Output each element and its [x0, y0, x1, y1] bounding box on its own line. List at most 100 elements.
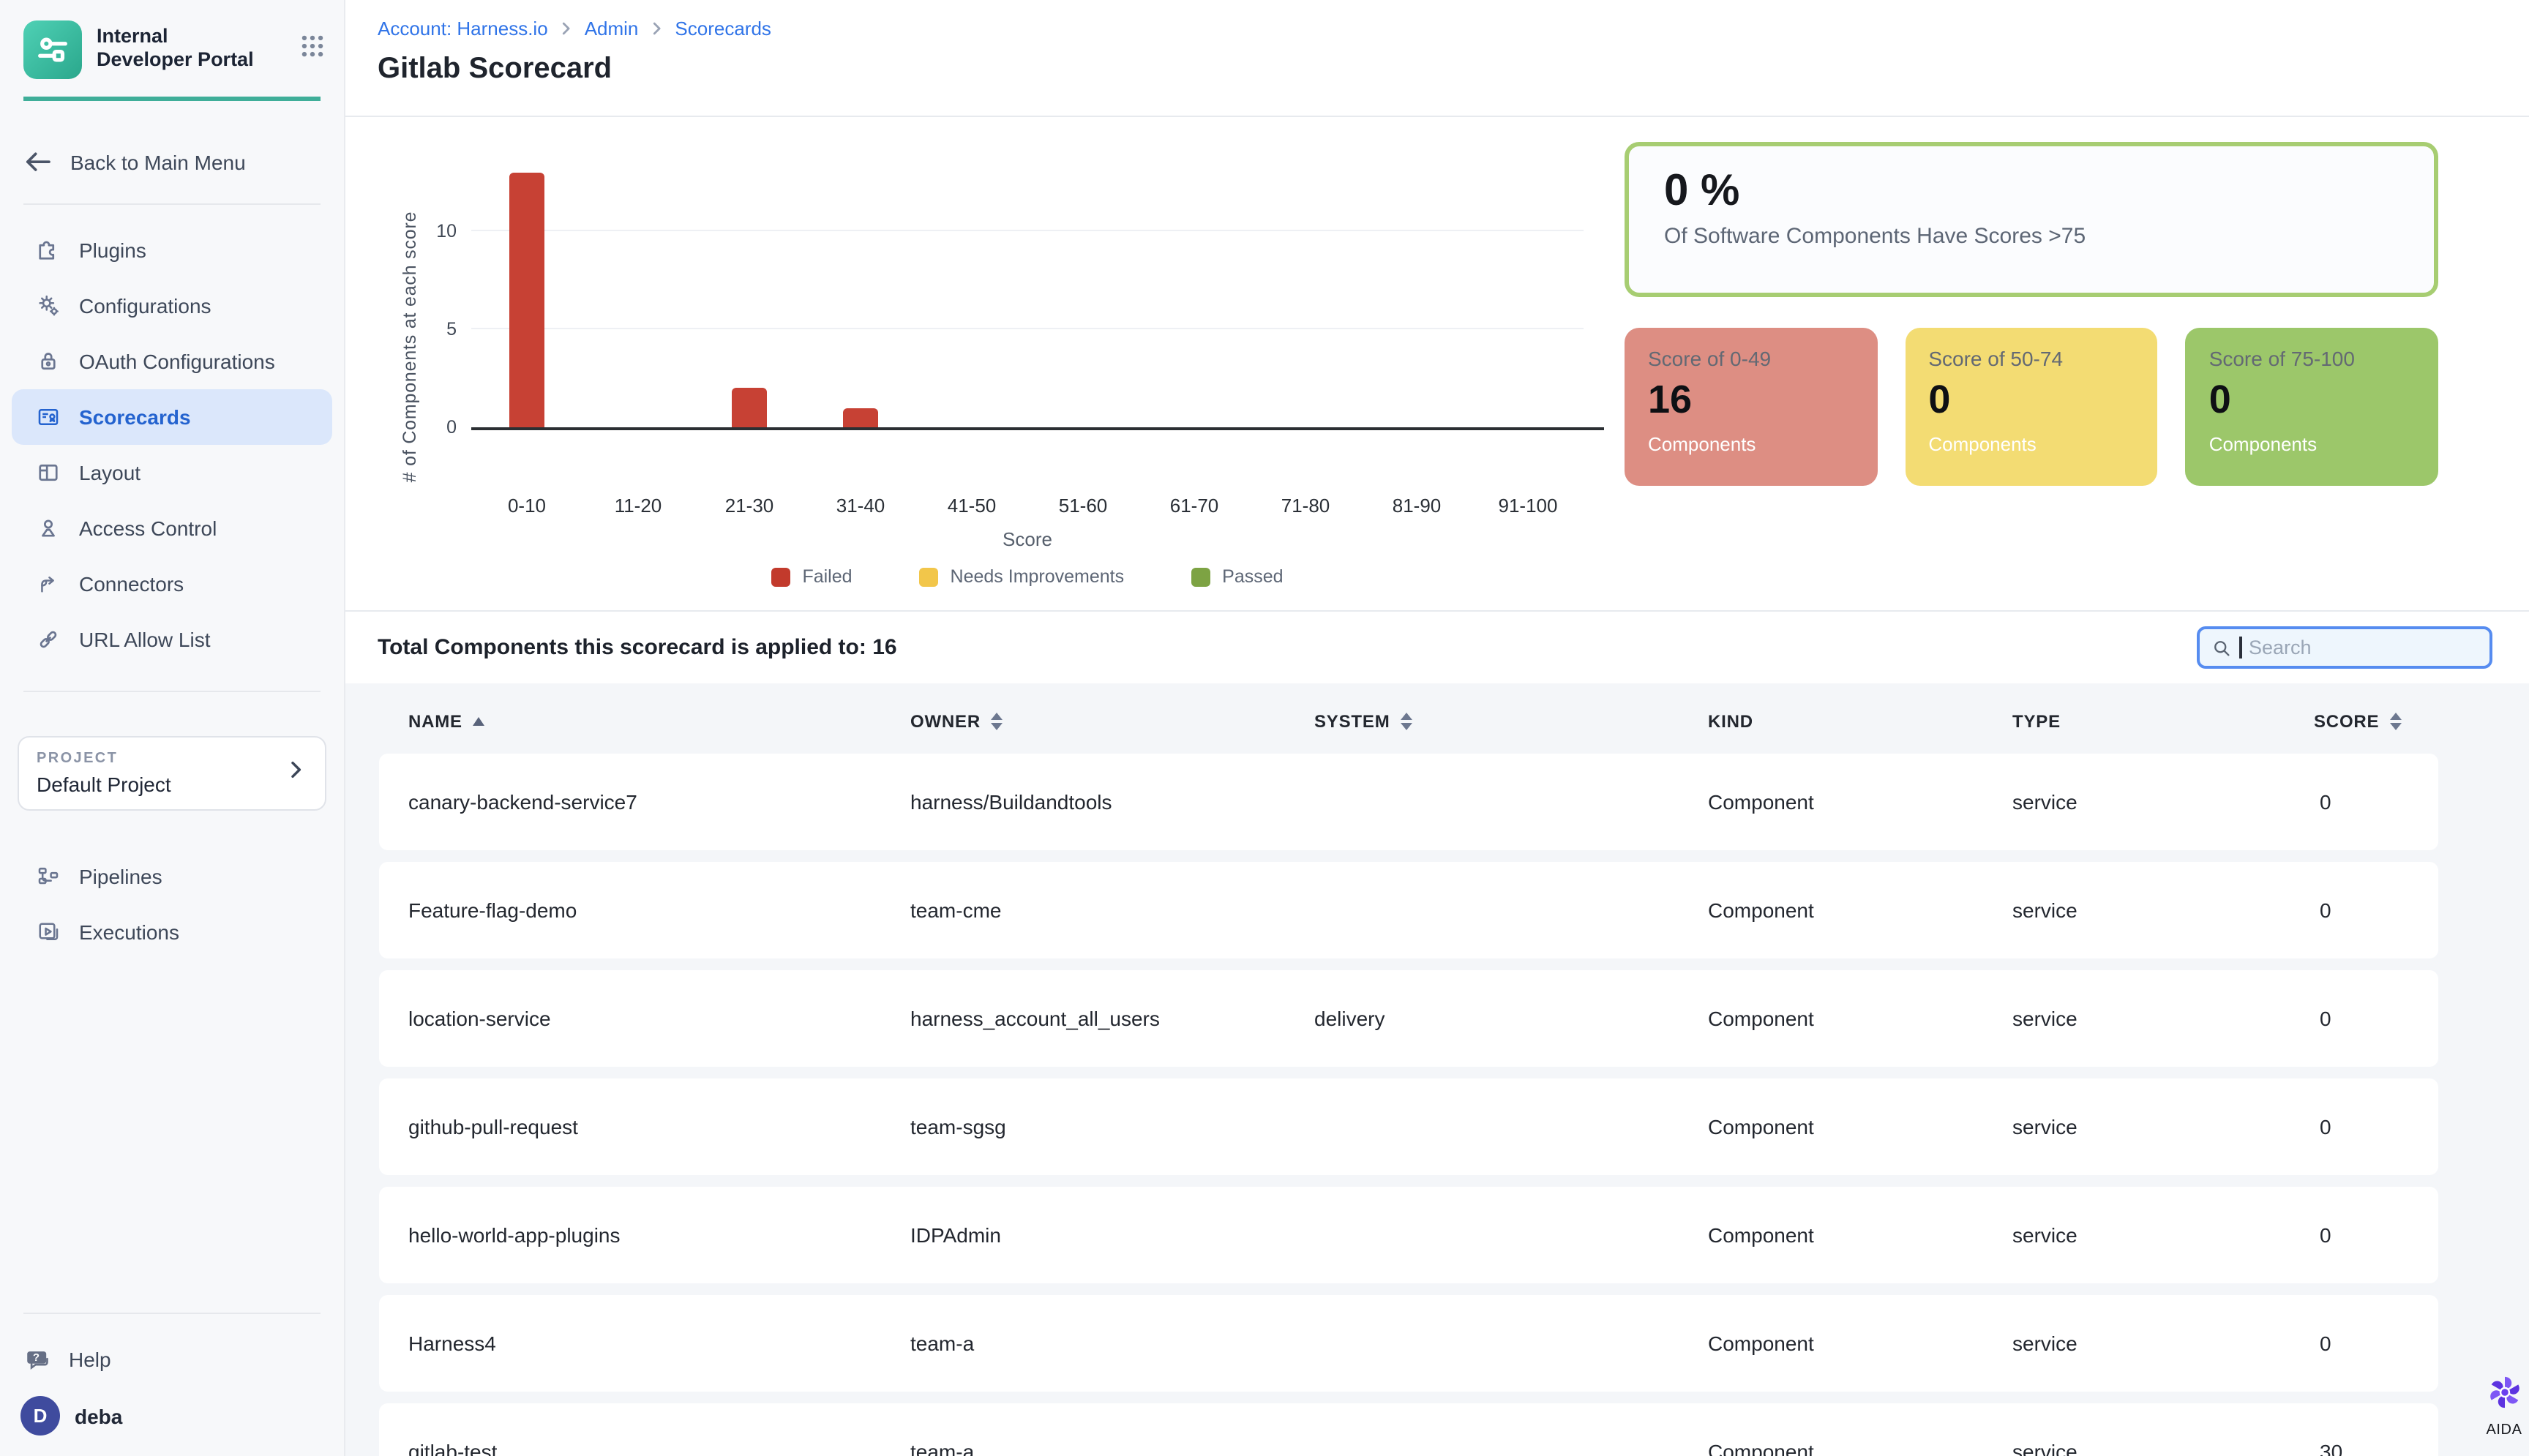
- components-table-section: Total Components this scorecard is appli…: [345, 610, 2529, 1456]
- column-header-owner[interactable]: OWNER: [910, 711, 1314, 732]
- cell-type: service: [2012, 1223, 2314, 1247]
- chart-x-tick: 11-20: [582, 495, 694, 517]
- cell-type: service: [2012, 1440, 2314, 1456]
- sidebar-item-scorecards[interactable]: Scorecards: [12, 389, 332, 444]
- layout-icon: [35, 459, 61, 485]
- sidebar-item-label: Executions: [79, 920, 179, 943]
- svg-text:?: ?: [33, 1351, 40, 1363]
- score-range-sublabel: Components: [1648, 433, 1854, 455]
- score-range-card: Score of 0-4916Components: [1625, 328, 1877, 486]
- cell-name: location-service: [408, 1007, 910, 1030]
- aida-button[interactable]: AIDA: [2470, 1373, 2529, 1438]
- cell-name: canary-backend-service7: [408, 790, 910, 814]
- sidebar-item-configurations[interactable]: Configurations: [12, 277, 332, 333]
- project-label: PROJECT: [37, 750, 284, 766]
- chart-x-tick: 51-60: [1027, 495, 1139, 517]
- chart-x-axis-line: [471, 427, 1604, 430]
- search-input[interactable]: [2249, 637, 2478, 658]
- column-header-system[interactable]: SYSTEM: [1314, 711, 1708, 732]
- breadcrumb-link[interactable]: Admin: [585, 18, 639, 40]
- column-header-label: TYPE: [2012, 711, 2061, 732]
- cell-type: service: [2012, 898, 2314, 922]
- project-selector[interactable]: PROJECT Default Project: [18, 735, 326, 810]
- apps-grid-icon[interactable]: [299, 32, 326, 67]
- cell-type: service: [2012, 1332, 2314, 1355]
- score-range-count: 16: [1648, 378, 1854, 423]
- divider: [23, 690, 321, 691]
- sort-up-icon: [2389, 713, 2401, 720]
- table-row[interactable]: Harness4team-aComponentservice0: [379, 1295, 2438, 1392]
- execution-icon: [35, 918, 61, 945]
- cell-system: delivery: [1314, 1007, 1708, 1030]
- link-icon: [35, 626, 61, 652]
- table-row[interactable]: canary-backend-service7harness/Buildandt…: [379, 754, 2438, 850]
- aida-label: AIDA: [2470, 1422, 2529, 1438]
- help-button[interactable]: ? Help: [0, 1332, 344, 1387]
- cell-kind: Component: [1708, 790, 2012, 814]
- breadcrumb-link[interactable]: Account: Harness.io: [378, 18, 548, 40]
- cell-owner: team-cme: [910, 898, 1314, 922]
- sidebar-item-pipelines[interactable]: Pipelines: [12, 848, 332, 904]
- cell-owner: team-a: [910, 1440, 1314, 1456]
- table-row[interactable]: location-serviceharness_account_all_user…: [379, 970, 2438, 1067]
- user-menu[interactable]: D deba: [0, 1387, 344, 1456]
- sidebar-item-executions[interactable]: Executions: [12, 904, 332, 959]
- user-avatar: D: [20, 1396, 60, 1436]
- sidebar-item-label: URL Allow List: [79, 627, 211, 650]
- sidebar-item-oauth-configurations[interactable]: OAuth Configurations: [12, 333, 332, 389]
- search-box[interactable]: [2197, 626, 2492, 669]
- components-table: NAMEOWNER SYSTEMKINDTYPE SCORE canary-back…: [379, 704, 2438, 1456]
- cell-type: service: [2012, 1115, 2314, 1138]
- app-window: Internal Developer Portal Back to Main M…: [0, 0, 2529, 1456]
- sidebar-item-label: Pipelines: [79, 864, 162, 888]
- chart-gridline: [471, 230, 1584, 231]
- back-to-main-menu[interactable]: Back to Main Menu: [0, 138, 344, 185]
- cell-type: service: [2012, 1007, 2314, 1030]
- cell-score: 0: [2314, 1115, 2438, 1138]
- sort-down-icon: [1401, 724, 1412, 731]
- sort-icon: [991, 713, 1003, 731]
- chart-bar-21-30: [732, 388, 767, 427]
- chart-x-tick: 71-80: [1250, 495, 1361, 517]
- chevron-right-icon: [558, 20, 574, 37]
- breadcrumb-link[interactable]: Scorecards: [675, 18, 771, 40]
- chart-x-tick: 61-70: [1139, 495, 1250, 517]
- cell-kind: Component: [1708, 1440, 2012, 1456]
- sidebar-item-label: Layout: [79, 460, 140, 484]
- cell-name: gitlab-test: [408, 1440, 910, 1456]
- sidebar-item-access-control[interactable]: Access Control: [12, 500, 332, 555]
- cell-score: 0: [2314, 790, 2438, 814]
- chart-x-tick: 21-30: [694, 495, 805, 517]
- column-header-name[interactable]: NAME: [408, 711, 910, 732]
- cell-owner: team-sgsg: [910, 1115, 1314, 1138]
- column-header-kind: KIND: [1708, 711, 2012, 732]
- cell-name: Harness4: [408, 1332, 910, 1355]
- column-header-label: OWNER: [910, 711, 981, 732]
- spacer: [0, 959, 344, 1295]
- sort-down-icon: [2389, 724, 2401, 731]
- table-body: canary-backend-service7harness/Buildandt…: [379, 754, 2438, 1456]
- score-range-count: 0: [1928, 378, 2134, 423]
- sidebar-item-plugins[interactable]: Plugins: [12, 222, 332, 277]
- table-row[interactable]: Feature-flag-demoteam-cmeComponentservic…: [379, 862, 2438, 958]
- page-header: Account: Harness.ioAdminScorecards Gitla…: [345, 0, 2529, 117]
- chevron-right-icon: [648, 20, 664, 37]
- cell-score: 0: [2314, 1332, 2438, 1355]
- sidebar-item-connectors[interactable]: Connectors: [12, 555, 332, 611]
- sidebar-item-layout[interactable]: Layout: [12, 444, 332, 500]
- score-range-sublabel: Components: [1928, 433, 2134, 455]
- search-icon: [2211, 637, 2232, 658]
- cell-kind: Component: [1708, 1115, 2012, 1138]
- column-header-score[interactable]: SCORE: [2314, 711, 2438, 732]
- sidebar-item-label: Access Control: [79, 516, 217, 539]
- table-row[interactable]: hello-world-app-pluginsIDPAdminComponent…: [379, 1187, 2438, 1283]
- legend-label: Passed: [1222, 566, 1283, 587]
- table-row[interactable]: gitlab-testteam-aComponentservice30: [379, 1403, 2438, 1456]
- sidebar-item-url-allow-list[interactable]: URL Allow List: [12, 611, 332, 667]
- cell-kind: Component: [1708, 898, 2012, 922]
- help-chat-icon: ?: [23, 1346, 51, 1373]
- aida-flower-icon: [2484, 1373, 2524, 1412]
- legend-label: Needs Improvements: [951, 566, 1125, 587]
- table-toolbar: Total Components this scorecard is appli…: [345, 612, 2529, 683]
- table-row[interactable]: github-pull-requestteam-sgsgComponentser…: [379, 1078, 2438, 1175]
